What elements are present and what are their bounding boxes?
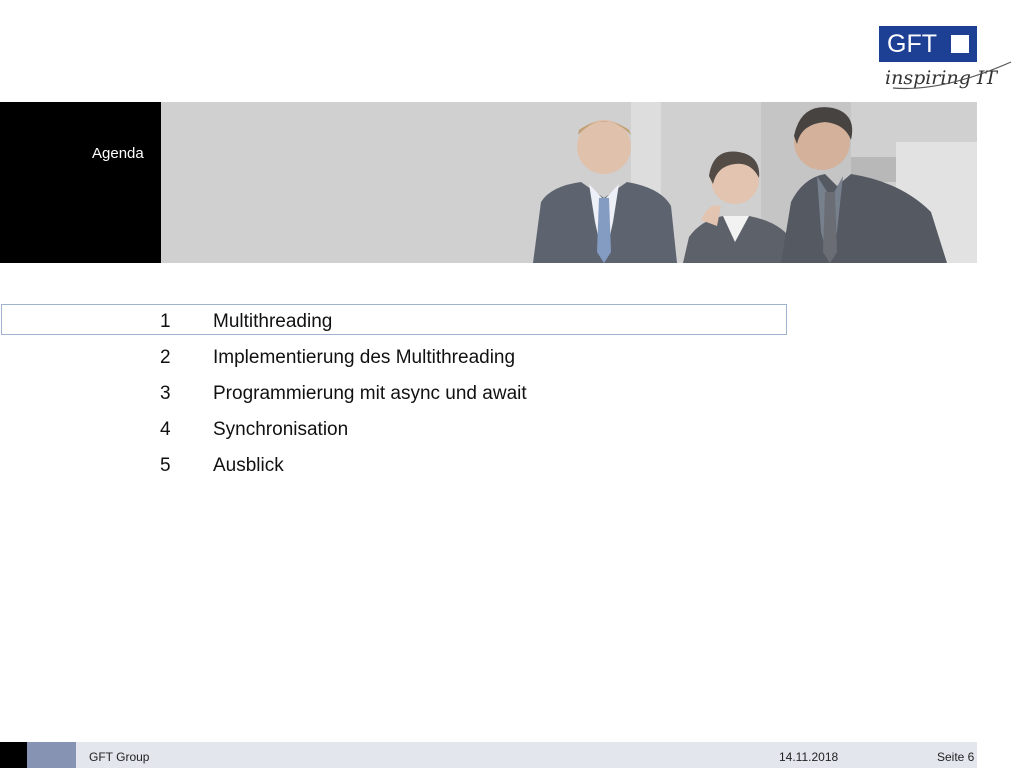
- agenda-item-4[interactable]: 4 Synchronisation: [0, 412, 800, 448]
- footer-black-block: [0, 742, 27, 768]
- agenda-item-number: 4: [160, 419, 171, 440]
- agenda-item-label: Multithreading: [213, 311, 333, 332]
- agenda-list: 1 Multithreading 2 Implementierung des M…: [0, 304, 800, 484]
- footer-page-number: Seite 6: [937, 750, 975, 764]
- business-people-image: [161, 102, 977, 263]
- agenda-item-1[interactable]: 1 Multithreading: [0, 304, 800, 340]
- footer-company: GFT Group: [89, 750, 150, 764]
- logo-tagline-text: inspiring IT: [885, 67, 998, 89]
- gft-logo: GFT: [879, 26, 977, 62]
- footer-date: 14.11.2018: [779, 750, 839, 764]
- logo-text: GFT: [887, 29, 937, 58]
- agenda-item-label: Implementierung des Multithreading: [213, 347, 516, 368]
- agenda-item-3[interactable]: 3 Programmierung mit async und await: [0, 376, 800, 412]
- logo-tagline: inspiring IT: [885, 61, 1012, 90]
- agenda-item-label: Ausblick: [213, 455, 284, 476]
- agenda-item-number: 2: [160, 347, 171, 368]
- agenda-item-5[interactable]: 5 Ausblick: [0, 448, 800, 484]
- header-dark-panel: [0, 102, 161, 263]
- header-photo: [161, 102, 977, 263]
- agenda-item-number: 5: [160, 455, 171, 476]
- agenda-item-2[interactable]: 2 Implementierung des Multithreading: [0, 340, 800, 376]
- agenda-item-number: 1: [160, 311, 171, 332]
- logo-square-icon: [951, 35, 969, 53]
- agenda-item-label: Programmierung mit async und await: [213, 383, 527, 404]
- footer-accent-block: [27, 742, 76, 768]
- page-title: Agenda: [92, 145, 144, 162]
- agenda-item-label: Synchronisation: [213, 419, 349, 440]
- agenda-item-number: 3: [160, 383, 171, 404]
